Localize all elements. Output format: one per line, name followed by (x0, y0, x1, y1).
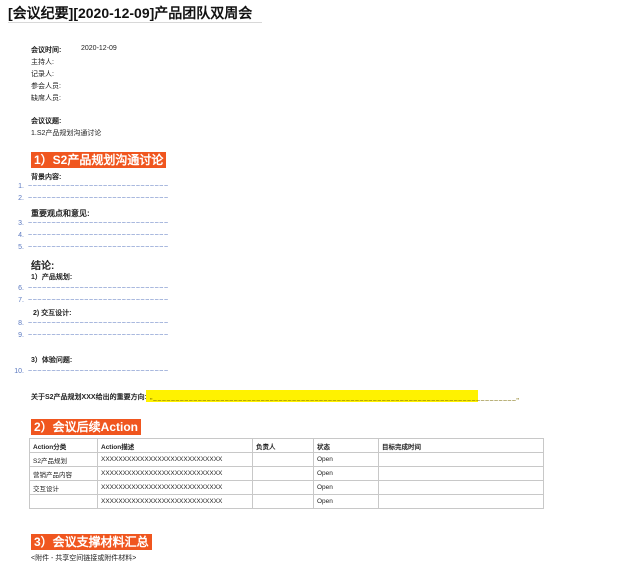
table-cell: XXXXXXXXXXXXXXXXXXXXXXXXXXXX (97, 452, 253, 467)
agenda-label: 会议议题: (31, 118, 62, 125)
list-item: 3. ~~~~~~~~~~~~~~~~~~~~~~~~~~~~~~ (11, 220, 169, 227)
list-item-text: ~~~~~~~~~~~~~~~~~~~~~~~~~~~~~~ (28, 297, 169, 304)
table-row: 交互设计 XXXXXXXXXXXXXXXXXXXXXXXXXXXX Open (29, 480, 544, 495)
table-cell: XXXXXXXXXXXXXXXXXXXXXXXXXXXX (97, 466, 253, 481)
planning-label: 1）产品规划: (31, 274, 73, 281)
list-item-text: ~~~~~~~~~~~~~~~~~~~~~~~~~~~~~~ (28, 220, 169, 227)
list-item-number: 3. (18, 220, 24, 227)
list-item: 10. ~~~~~~~~~~~~~~~~~~~~~~~~~~~~~~ (11, 368, 169, 375)
list-item: 2. ~~~~~~~~~~~~~~~~~~~~~~~~~~~~~~ (11, 195, 169, 202)
meeting-time-label: 会议时间: (31, 47, 62, 54)
list-item-text: ~~~~~~~~~~~~~~~~~~~~~~~~~~~~~~ (28, 320, 169, 327)
direction-value: "~~~~~~~~~~~~~~~~~~~~~~~~~~~~~~~~~~~~~~~… (150, 398, 520, 405)
title-divider (8, 22, 262, 23)
list-item-text: ~~~~~~~~~~~~~~~~~~~~~~~~~~~~~~ (28, 244, 169, 251)
list-item: 6. ~~~~~~~~~~~~~~~~~~~~~~~~~~~~~~ (11, 285, 169, 292)
column-header: 状态 (313, 438, 379, 453)
section-3-heading: 3）会议支撑材料汇总 (31, 534, 152, 550)
list-item-text: ~~~~~~~~~~~~~~~~~~~~~~~~~~~~~~ (28, 232, 169, 239)
list-item-number: 4. (18, 232, 24, 239)
list-item-number: 9. (18, 332, 24, 339)
conclusion-label: 结论: (31, 261, 55, 272)
column-header: 负责人 (252, 438, 314, 453)
list-item-number: 5. (18, 244, 24, 251)
list-item: 7. ~~~~~~~~~~~~~~~~~~~~~~~~~~~~~~ (11, 297, 169, 304)
table-cell: Open (313, 452, 379, 467)
design-label: 2) 交互设计: (33, 310, 72, 317)
table-row: S2产品规划 XXXXXXXXXXXXXXXXXXXXXXXXXXXX Open (29, 452, 544, 467)
table-cell (252, 480, 314, 495)
table-row: 营销产品内容 XXXXXXXXXXXXXXXXXXXXXXXXXXXX Open (29, 466, 544, 481)
meeting-time-value: 2020-12-09 (81, 45, 117, 52)
experience-label: 3）体验问题: (31, 357, 73, 364)
list-item: 9. ~~~~~~~~~~~~~~~~~~~~~~~~~~~~~~ (11, 332, 169, 339)
recorder-label: 记录人: (31, 71, 54, 78)
list-item-text: ~~~~~~~~~~~~~~~~~~~~~~~~~~~~~~ (28, 183, 169, 190)
list-item: 1. ~~~~~~~~~~~~~~~~~~~~~~~~~~~~~~ (11, 183, 169, 190)
table-row: XXXXXXXXXXXXXXXXXXXXXXXXXXXX Open (29, 494, 544, 509)
absent-label: 缺席人员: (31, 95, 61, 102)
table-cell (252, 494, 314, 509)
table-cell (252, 466, 314, 481)
list-item-text: ~~~~~~~~~~~~~~~~~~~~~~~~~~~~~~ (28, 368, 169, 375)
host-label: 主持人: (31, 59, 54, 66)
table-cell (378, 452, 544, 467)
section-1-heading: 1）S2产品规划沟通讨论 (31, 152, 167, 168)
table-cell (378, 466, 544, 481)
list-item: 8. ~~~~~~~~~~~~~~~~~~~~~~~~~~~~~~ (11, 320, 169, 327)
table-cell: Open (313, 480, 379, 495)
table-cell: XXXXXXXXXXXXXXXXXXXXXXXXXXXX (97, 480, 253, 495)
section-2-heading: 2）会议后续Action (31, 419, 142, 435)
table-cell: XXXXXXXXXXXXXXXXXXXXXXXXXXXX (97, 494, 253, 509)
document-title: [会议纪要][2020-12-09]产品团队双周会 (8, 5, 253, 21)
column-header: Action描述 (97, 438, 253, 453)
list-item-number: 2. (18, 195, 24, 202)
list-item-number: 6. (18, 285, 24, 292)
list-item: 4. ~~~~~~~~~~~~~~~~~~~~~~~~~~~~~~ (11, 232, 169, 239)
list-item-number: 7. (18, 297, 24, 304)
table-header-row: Action分类 Action描述 负责人 状态 目标完成时间 (29, 438, 544, 453)
table-cell (378, 480, 544, 495)
list-item: 5. ~~~~~~~~~~~~~~~~~~~~~~~~~~~~~~ (11, 244, 169, 251)
table-cell (29, 494, 98, 509)
opinions-label: 重要观点和意见: (31, 209, 90, 218)
column-header: Action分类 (29, 438, 98, 453)
list-item-number: 1. (18, 183, 24, 190)
list-item-text: ~~~~~~~~~~~~~~~~~~~~~~~~~~~~~~ (28, 195, 169, 202)
table-cell (378, 494, 544, 509)
table-cell: 营销产品内容 (29, 466, 98, 481)
action-table: Action分类 Action描述 负责人 状态 目标完成时间 S2产品规划 X… (29, 438, 544, 509)
table-cell: S2产品规划 (29, 452, 98, 467)
agenda-item: 1.S2产品规划沟通讨论 (31, 130, 102, 137)
direction-label: 关于S2产品规划XXX给出的重要方向: (31, 394, 147, 401)
list-item-text: ~~~~~~~~~~~~~~~~~~~~~~~~~~~~~~ (28, 285, 169, 292)
attendees-label: 参会人员: (31, 83, 61, 90)
column-header: 目标完成时间 (378, 438, 544, 453)
table-cell (252, 452, 314, 467)
table-cell: Open (313, 466, 379, 481)
list-item-number: 10. (14, 368, 24, 375)
list-item-text: ~~~~~~~~~~~~~~~~~~~~~~~~~~~~~~ (28, 332, 169, 339)
background-label: 背景内容: (31, 174, 62, 181)
table-cell: 交互设计 (29, 480, 98, 495)
attachment-note: <附件 - 共享空间链接或附件材料> (31, 555, 137, 562)
direction-highlight: "~~~~~~~~~~~~~~~~~~~~~~~~~~~~~~~~~~~~~~~… (146, 390, 519, 405)
list-item-number: 8. (18, 320, 24, 327)
table-cell: Open (313, 494, 379, 509)
